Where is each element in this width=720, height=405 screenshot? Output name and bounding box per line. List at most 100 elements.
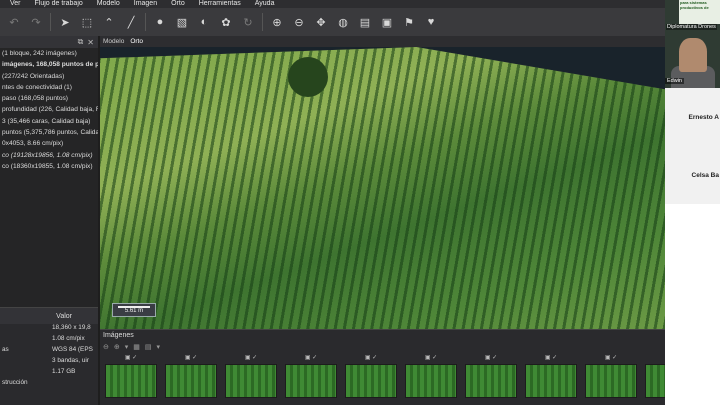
toolbar-divider — [262, 13, 263, 31]
tree-canopy — [288, 57, 328, 97]
property-value: WGS 84 (EPS — [52, 346, 93, 353]
dropdown-icon[interactable]: ▾ — [157, 343, 161, 351]
tree-item[interactable]: paso (168,058 puntos) — [0, 93, 98, 104]
image-thumbnail[interactable]: ▣ ✓ — [345, 355, 397, 398]
scale-label: 5.61 m — [124, 308, 144, 314]
thumbnail-status-icons: ▣ ✓ — [424, 355, 438, 361]
participant-name: Ernesto A — [688, 113, 719, 121]
tab-orto[interactable]: Orto — [130, 38, 143, 45]
tree-item[interactable]: ntes de conectividad (1) — [0, 82, 98, 93]
tree-item[interactable]: co (18360x19855, 1.08 cm/pix) — [0, 161, 98, 172]
undo-icon[interactable]: ↶ — [6, 14, 22, 30]
property-value — [52, 379, 98, 390]
toolbar-divider — [145, 13, 146, 31]
value-column-header: Valor — [56, 312, 72, 320]
restore-icon[interactable]: ⧉ — [78, 37, 84, 47]
menu-modelo[interactable]: Modelo — [97, 0, 120, 8]
property-row: strucción — [0, 379, 98, 390]
banner-text: para sistemas productivos de — [679, 0, 720, 24]
thumbnail-status-icons: ▣ ✓ — [124, 355, 138, 361]
image-thumbnail[interactable]: ▣ ✓ — [525, 355, 577, 398]
camera-icon[interactable]: ▣ — [379, 14, 395, 30]
property-value: 18,360 x 19,8 — [52, 324, 91, 331]
ortho-viewport[interactable]: 5.61 m — [100, 47, 665, 329]
move-icon[interactable]: ✥ — [313, 14, 329, 30]
scale-bar: 5.61 m — [112, 303, 156, 317]
images-panel: Imágenes ⊖ ⊕ ▾ ▦ ▤ ▾ ▣ ✓ ▣ ✓ ▣ ✓ ▣ ✓ ▣ ✓ ▣ ✓ ▣… — [100, 329, 720, 405]
tree-item[interactable]: imágenes, 168,058 puntos de p — [0, 59, 98, 70]
workspace-panel-header: ⧉ ✕ — [0, 36, 98, 48]
tree-item[interactable]: (1 bloque, 242 imágenes) — [0, 48, 98, 59]
image-thumbnail[interactable]: ▣ ✓ — [285, 355, 337, 398]
images-panel-title: Imágenes — [103, 332, 134, 339]
properties-panel: Valor 18,360 x 19,8 1.08 cm/pix as WGS 84… — [0, 307, 98, 405]
tree-item[interactable]: profundidad (226, Calidad baja, Filt — [0, 104, 98, 115]
menu-imagen[interactable]: Imagen — [134, 0, 157, 8]
image-crop-icon[interactable]: ▧ — [174, 14, 190, 30]
property-key — [0, 357, 52, 368]
zoom-in-icon[interactable]: ⊕ — [269, 14, 285, 30]
participant-tile[interactable]: Celsa Ba — [665, 146, 720, 204]
thumbnail-status-icons: ▣ ✓ — [184, 355, 198, 361]
tree-item[interactable]: co (19128x19856, 1.08 cm/pix) — [0, 150, 98, 161]
tree-item[interactable]: (227/242 Orientadas) — [0, 71, 98, 82]
video-call-panel: para sistemas productivos de Diplomatura… — [665, 0, 720, 405]
image-thumbnail[interactable]: ▣ ✓ — [405, 355, 457, 398]
tab-modelo[interactable]: Modelo — [103, 38, 124, 45]
add-icon[interactable]: ⊕ — [114, 343, 120, 351]
menu-flujo[interactable]: Flujo de trabajo — [35, 0, 83, 8]
camera-feed: para sistemas productivos de Diplomatura… — [665, 0, 720, 88]
thumbnail-status-icons: ▣ ✓ — [484, 355, 498, 361]
tree-item[interactable]: 0x4053, 8.66 cm/pix) — [0, 138, 98, 149]
menu-herramientas[interactable]: Herramientas — [199, 0, 241, 8]
images-toolbar: ⊖ ⊕ ▾ ▦ ▤ ▾ — [100, 342, 720, 352]
property-value: 1.17 GB — [52, 368, 76, 375]
thumbnail-status-icons: ▣ ✓ — [544, 355, 558, 361]
workspace-tree: (1 bloque, 242 imágenes) imágenes, 168,0… — [0, 48, 98, 172]
heart-flag-icon[interactable]: ♥ — [423, 14, 439, 30]
remove-icon[interactable]: ⊖ — [103, 343, 109, 351]
orthomosaic-image — [100, 47, 665, 329]
palette-icon[interactable]: ✿ — [218, 14, 234, 30]
redo-icon[interactable]: ↷ — [28, 14, 44, 30]
list-view-icon[interactable]: ▤ — [145, 343, 152, 351]
grid-view-icon[interactable]: ▦ — [133, 343, 140, 351]
image-thumbnail[interactable]: ▣ ✓ — [225, 355, 277, 398]
property-row: 18,360 x 19,8 — [0, 324, 98, 335]
menu-ver[interactable]: Ver — [10, 0, 21, 8]
image-thumbnail[interactable]: ▣ ✓ — [165, 355, 217, 398]
image-thumbnail[interactable]: ▣ ✓ — [465, 355, 517, 398]
zoom-out-icon[interactable]: ⊖ — [291, 14, 307, 30]
flag-icon[interactable]: ⚑ — [401, 14, 417, 30]
polyline-tool-icon[interactable]: ⌃ — [101, 14, 117, 30]
tree-item[interactable]: 3 (35,466 caras, Calidad baja) — [0, 116, 98, 127]
ruler-icon[interactable]: ╱ — [123, 14, 139, 30]
property-row: 3 bandas, uir — [0, 357, 98, 368]
map-view-icon[interactable]: ▤ — [357, 14, 373, 30]
participant-tile[interactable]: Ernesto A — [665, 88, 720, 146]
globe-icon[interactable]: ◍ — [335, 14, 351, 30]
image-thumbnail[interactable]: ▣ ✓ — [585, 355, 637, 398]
property-key — [0, 368, 52, 379]
menu-ayuda[interactable]: Ayuda — [255, 0, 275, 8]
tree-item[interactable]: puntos (5,375,786 puntos, Calidad b — [0, 127, 98, 138]
properties-header: Valor — [0, 308, 98, 324]
filter-icon[interactable]: ▾ — [125, 343, 129, 351]
navigation-cursor-icon[interactable]: ➤ — [57, 14, 73, 30]
menu-bar: Ver Flujo de trabajo Modelo Imagen Orto … — [0, 0, 665, 8]
image-thumbnail[interactable]: ▣ ✓ — [105, 355, 157, 398]
property-row: as WGS 84 (EPS — [0, 346, 98, 357]
property-value: 3 bandas, uir — [52, 357, 89, 364]
menu-orto[interactable]: Orto — [171, 0, 185, 8]
shapes-icon[interactable]: ● — [152, 14, 168, 30]
thumbnail-status-icons: ▣ ✓ — [604, 355, 618, 361]
participant-face — [679, 38, 707, 72]
course-label: Diplomatura Drones — [666, 24, 717, 30]
rectangle-select-icon[interactable]: ⬚ — [79, 14, 95, 30]
contrast-icon[interactable]: ◐ — [196, 14, 212, 30]
refresh-icon[interactable]: ↻ — [240, 14, 256, 30]
thumbnail-status-icons: ▣ ✓ — [244, 355, 258, 361]
property-key — [0, 324, 52, 335]
thumbnail-strip: ▣ ✓▣ ✓▣ ✓▣ ✓▣ ✓▣ ✓▣ ✓▣ ✓▣ ✓▣ ✓ — [105, 355, 697, 398]
close-icon[interactable]: ✕ — [87, 38, 94, 47]
